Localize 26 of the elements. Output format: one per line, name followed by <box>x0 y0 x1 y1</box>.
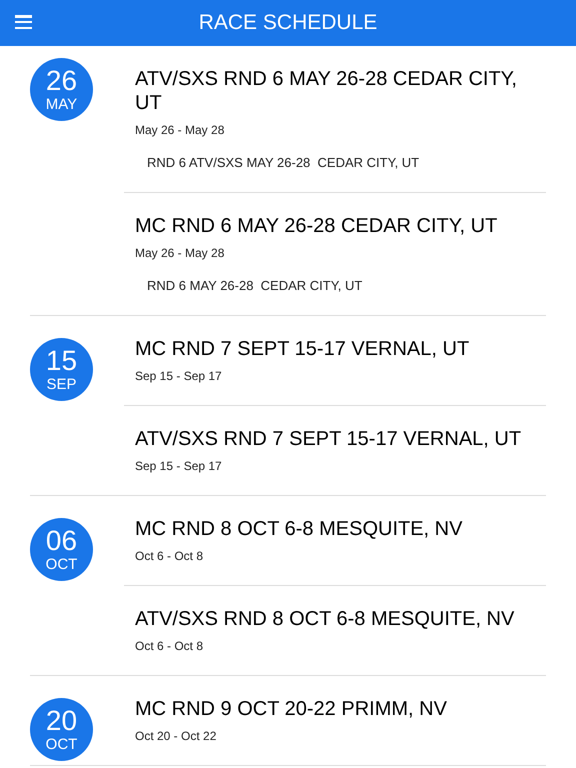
page-title: RACE SCHEDULE <box>198 10 378 36</box>
menu-icon[interactable] <box>15 15 32 29</box>
event-dates: May 26 - May 28 <box>135 122 226 138</box>
month-label: MAY <box>46 96 78 113</box>
month-label: OCT <box>46 556 78 573</box>
month-label: OCT <box>46 736 78 753</box>
month-label: SEP <box>46 376 76 393</box>
event-description: RND 6 ATV/SXS MAY 26-28 CEDAR CITY, UT <box>146 155 420 171</box>
event-dates: Oct 6 - Oct 8 <box>135 638 204 654</box>
event-title[interactable]: MC RND 7 SEPT 15-17 VERNAL, UT <box>135 337 526 361</box>
event-dates: Sep 15 - Sep 17 <box>135 458 223 474</box>
event-dates: Oct 20 - Oct 22 <box>135 728 218 744</box>
event-dates: Oct 6 - Oct 8 <box>135 548 204 564</box>
event-dates: May 26 - May 28 <box>135 245 226 261</box>
day-number: 06 <box>46 526 78 556</box>
event-description: RND 6 MAY 26-28 CEDAR CITY, UT <box>146 278 364 294</box>
event-title[interactable]: MC RND 6 MAY 26-28 CEDAR CITY, UT <box>135 214 526 238</box>
event-title[interactable]: MC RND 8 OCT 6-8 MESQUITE, NV <box>135 517 526 541</box>
event-title[interactable]: ATV/SXS RND 8 OCT 6-8 MESQUITE, NV <box>135 607 526 631</box>
event-title[interactable]: ATV/SXS RND 7 SEPT 15-17 VERNAL, UT <box>135 427 526 451</box>
event-dates: Sep 15 - Sep 17 <box>135 368 223 384</box>
day-number: 15 <box>46 346 78 376</box>
event-title[interactable]: ATV/SXS RND 6 MAY 26-28 CEDAR CITY, UT <box>135 67 526 115</box>
day-number: 26 <box>46 66 78 96</box>
event-title[interactable]: MC RND 9 OCT 20-22 PRIMM, NV <box>135 697 526 721</box>
day-number: 20 <box>46 706 78 736</box>
